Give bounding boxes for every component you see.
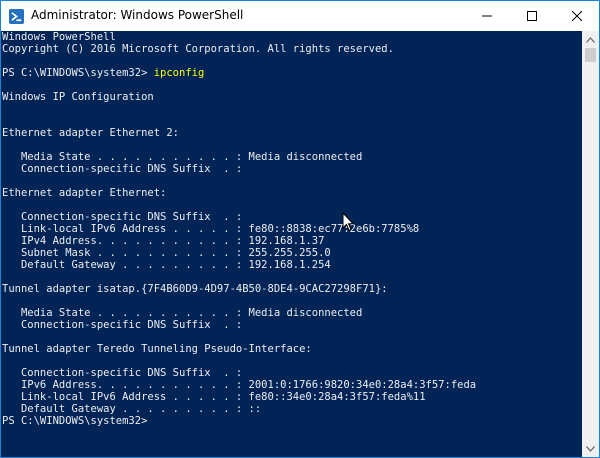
console-prompt: PS C:\WINDOWS\system32>	[2, 67, 154, 79]
console-command: ipconfig	[153, 67, 205, 79]
title-bar[interactable]: Administrator: Windows PowerShell	[1, 1, 599, 31]
powershell-window: Administrator: Windows PowerShell Window…	[0, 0, 600, 458]
close-icon	[571, 11, 582, 21]
chevron-up-icon	[586, 36, 595, 43]
close-button[interactable]	[554, 1, 599, 31]
adapter-line: Connection-specific DNS Suffix . :	[2, 367, 243, 379]
adapter-line: Media State . . . . . . . . . . . : Medi…	[2, 151, 363, 163]
adapter-line: Media State . . . . . . . . . . . : Medi…	[2, 307, 363, 319]
adapter-line: IPv4 Address. . . . . . . . . . . : 192.…	[2, 235, 325, 247]
powershell-icon	[9, 9, 24, 24]
window-title: Administrator: Windows PowerShell	[31, 8, 244, 22]
adapter-line: Connection-specific DNS Suffix . :	[2, 211, 243, 223]
adapter-header: Tunnel adapter isatap.{7F4B60D9-4D97-4B5…	[2, 283, 388, 295]
console-final-prompt: PS C:\WINDOWS\system32>	[2, 415, 148, 427]
adapter-header: Ethernet adapter Ethernet 2:	[2, 127, 180, 139]
adapter-line: Default Gateway . . . . . . . . . : 192.…	[2, 259, 331, 271]
minimize-icon	[481, 15, 492, 17]
scroll-down-button[interactable]	[582, 440, 599, 457]
adapter-line: Subnet Mask . . . . . . . . . . . : 255.…	[2, 247, 331, 259]
console-copyright: Copyright (C) 2016 Microsoft Corporation…	[2, 43, 394, 55]
vertical-scrollbar[interactable]	[582, 31, 599, 457]
scrollbar-thumb[interactable]	[585, 48, 596, 62]
adapter-line: Link-local IPv6 Address . . . . . : fe80…	[2, 391, 426, 403]
maximize-icon	[526, 11, 537, 21]
adapter-line: Link-local IPv6 Address . . . . . : fe80…	[2, 223, 420, 235]
maximize-button[interactable]	[509, 1, 554, 31]
ip-config-header: Windows IP Configuration	[2, 91, 154, 103]
console-banner: Windows PowerShell	[2, 31, 116, 43]
adapter-line: Connection-specific DNS Suffix . :	[2, 319, 243, 331]
adapter-line: Default Gateway . . . . . . . . . : ::	[2, 403, 262, 415]
adapter-header: Tunnel adapter Teredo Tunneling Pseudo-I…	[2, 343, 312, 355]
scroll-up-button[interactable]	[582, 31, 599, 48]
mouse-pointer-icon	[342, 212, 354, 232]
console-prompt-line: PS C:\WINDOWS\system32> ipconfig	[2, 67, 204, 79]
chevron-down-icon	[586, 445, 595, 452]
minimize-button[interactable]	[464, 1, 509, 31]
adapter-header: Ethernet adapter Ethernet:	[2, 187, 167, 199]
adapter-line: Connection-specific DNS Suffix . :	[2, 163, 243, 175]
adapter-line: IPv6 Address. . . . . . . . . . . : 2001…	[2, 379, 477, 391]
console-output[interactable]: Windows PowerShell Copyright (C) 2016 Mi…	[1, 31, 582, 457]
